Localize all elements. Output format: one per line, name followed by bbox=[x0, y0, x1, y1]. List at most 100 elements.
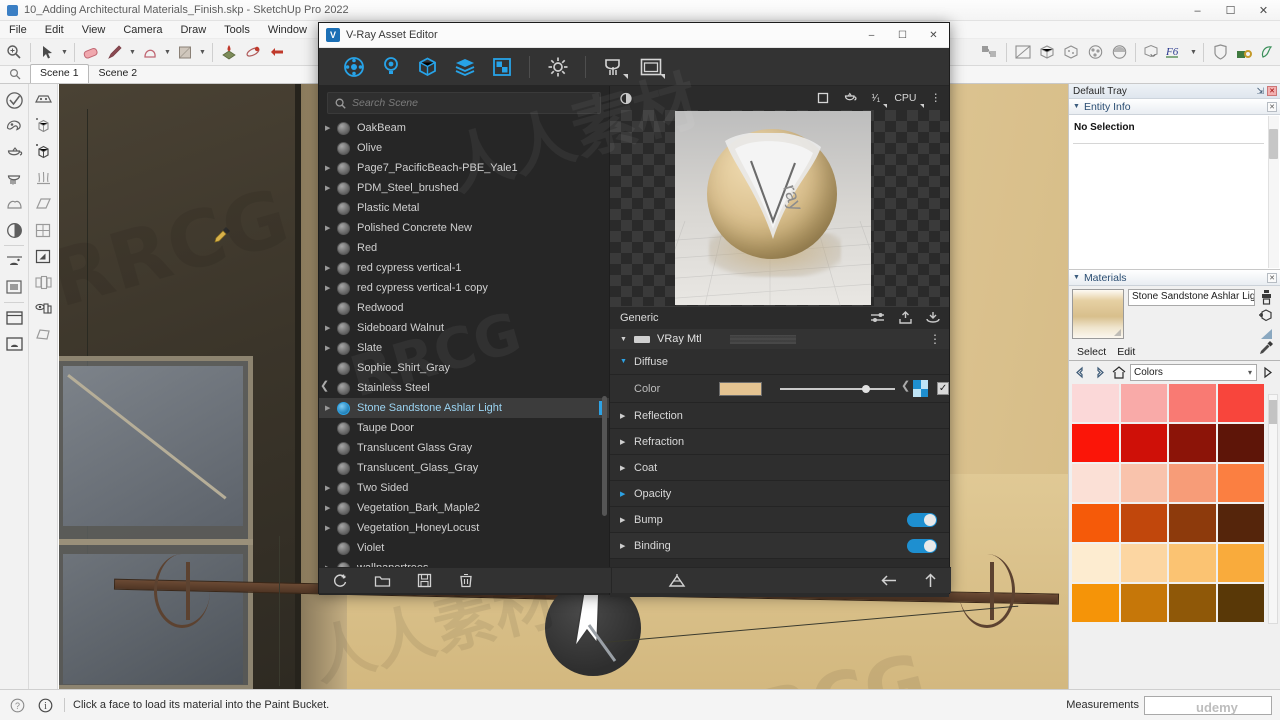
render-interactive-icon[interactable] bbox=[595, 52, 632, 82]
binding-toggle[interactable] bbox=[907, 538, 937, 553]
forward-arrow-icon[interactable] bbox=[1092, 365, 1107, 380]
page-icon[interactable] bbox=[30, 243, 56, 269]
hidden-line-style-icon[interactable] bbox=[1059, 40, 1083, 64]
settings-gear-icon[interactable] bbox=[539, 52, 576, 82]
diffuse-slider[interactable] bbox=[780, 384, 895, 393]
asset-row[interactable]: Stainless Steel bbox=[319, 378, 609, 398]
asset-row[interactable]: ▶ Vegetation_Bark_Maple2 bbox=[319, 498, 609, 518]
sandbox-icon[interactable] bbox=[30, 321, 56, 347]
asset-list-scrollbar[interactable] bbox=[602, 120, 607, 590]
preview-toggle-icon[interactable] bbox=[620, 92, 634, 105]
color-swatch[interactable] bbox=[1169, 584, 1216, 622]
asset-row[interactable]: ▶ Slate bbox=[319, 338, 609, 358]
home-icon[interactable] bbox=[1111, 365, 1126, 380]
import-material-icon[interactable] bbox=[898, 310, 913, 325]
swatch-grid-scroll-thumb[interactable] bbox=[1269, 400, 1277, 424]
scene-tab-1[interactable]: Scene 1 bbox=[30, 64, 89, 83]
color-swatch[interactable] bbox=[1169, 464, 1216, 502]
collapse-right-panel-icon[interactable]: ❮ bbox=[901, 379, 910, 392]
orbit-icon[interactable] bbox=[241, 40, 265, 64]
current-material-swatch[interactable] bbox=[1072, 289, 1124, 339]
asset-row[interactable]: ▶ Polished Concrete New bbox=[319, 218, 609, 238]
f6-extension-icon[interactable]: F6 bbox=[1164, 40, 1188, 64]
window-icon[interactable] bbox=[1, 305, 27, 331]
eye-layers-icon[interactable] bbox=[30, 295, 56, 321]
up-arrow-icon[interactable] bbox=[909, 568, 951, 594]
diffuse-enabled-checkbox[interactable]: ✓ bbox=[937, 382, 949, 395]
select-dropdown-caret[interactable]: ▼ bbox=[59, 40, 70, 64]
preview-square-icon[interactable] bbox=[817, 92, 829, 104]
maximize-button[interactable]: ☐ bbox=[1214, 0, 1247, 21]
property-row-refraction[interactable]: ▶ Refraction bbox=[610, 429, 949, 455]
close-icon[interactable]: ✕ bbox=[1267, 272, 1277, 283]
delete-icon[interactable] bbox=[445, 568, 487, 594]
material-node-row[interactable]: ▼ VRay Mtl ⋮ bbox=[610, 328, 949, 349]
asset-row[interactable]: ▶ OakBeam bbox=[319, 118, 609, 138]
material-node-slot[interactable] bbox=[729, 334, 796, 344]
pencil-dropdown-caret[interactable]: ▼ bbox=[127, 40, 138, 64]
zoom-icon[interactable] bbox=[2, 40, 26, 64]
layers-stack-icon[interactable] bbox=[446, 52, 483, 82]
color-swatch[interactable] bbox=[1217, 464, 1264, 502]
help-icon[interactable]: ? bbox=[6, 694, 28, 716]
color-swatch[interactable] bbox=[1072, 584, 1119, 622]
color-swatch[interactable] bbox=[1169, 384, 1216, 422]
render-scene-icon[interactable] bbox=[656, 568, 698, 594]
texture-slot-icon[interactable] bbox=[912, 380, 929, 397]
save-icon[interactable] bbox=[403, 568, 445, 594]
asset-row[interactable]: ▶ red cypress vertical-1 copy bbox=[319, 278, 609, 298]
pan-icon[interactable] bbox=[265, 40, 289, 64]
tab-edit[interactable]: Edit bbox=[1114, 345, 1143, 360]
collapse-left-panel-icon[interactable]: ❮ bbox=[320, 379, 329, 392]
close-icon[interactable]: ✕ bbox=[1267, 86, 1277, 96]
color-swatch[interactable] bbox=[1217, 504, 1264, 542]
asset-row[interactable]: Taupe Door bbox=[319, 418, 609, 438]
search-input[interactable]: Search Scene bbox=[327, 92, 601, 114]
chevron-right-icon[interactable]: ▶ bbox=[325, 504, 337, 512]
eraser-icon[interactable] bbox=[79, 40, 103, 64]
rectangle-icon[interactable] bbox=[173, 40, 197, 64]
select-tool-icon[interactable] bbox=[1, 87, 27, 113]
create-material-icon[interactable] bbox=[1257, 308, 1275, 323]
paint-bucket-icon[interactable] bbox=[1, 113, 27, 139]
f6-dropdown-caret[interactable]: ▼ bbox=[1188, 40, 1199, 64]
asset-list-scroll-thumb[interactable] bbox=[602, 396, 607, 516]
current-material-name[interactable]: Stone Sandstone Ashlar Light bbox=[1128, 289, 1255, 306]
asset-row[interactable]: Red bbox=[319, 238, 609, 258]
asset-row[interactable]: Sophie_Shirt_Gray bbox=[319, 358, 609, 378]
pencil-icon[interactable] bbox=[103, 40, 127, 64]
property-row-binding[interactable]: ▶ Binding bbox=[610, 533, 949, 559]
bump-toggle[interactable] bbox=[907, 512, 937, 527]
asset-row[interactable]: ▶ Two Sided bbox=[319, 478, 609, 498]
arc-icon[interactable] bbox=[138, 40, 162, 64]
menu-view[interactable]: View bbox=[73, 21, 115, 39]
toolbar-palette-icon[interactable] bbox=[30, 87, 56, 113]
color-swatch[interactable] bbox=[1120, 544, 1167, 582]
vray-close-button[interactable]: ✕ bbox=[918, 23, 949, 48]
diffuse-color-swatch[interactable] bbox=[719, 381, 763, 396]
teapot-icon[interactable] bbox=[1, 139, 27, 165]
sample-paint-icon[interactable] bbox=[1257, 290, 1275, 305]
chevron-right-icon[interactable]: ▶ bbox=[325, 284, 337, 292]
pin-icon[interactable]: ⇲ bbox=[1256, 86, 1264, 97]
info-icon[interactable]: i bbox=[34, 694, 56, 716]
options-sliders-icon[interactable] bbox=[870, 311, 886, 324]
light-bulb-icon[interactable] bbox=[372, 52, 409, 82]
scene-search-icon[interactable] bbox=[0, 65, 30, 83]
paint-bucket-icon[interactable] bbox=[217, 40, 241, 64]
details-arrow-icon[interactable] bbox=[1261, 365, 1276, 380]
color-swatch[interactable] bbox=[1120, 584, 1167, 622]
color-swatch[interactable] bbox=[1169, 424, 1216, 462]
tab-select[interactable]: Select bbox=[1074, 345, 1114, 360]
shield-icon[interactable] bbox=[1208, 40, 1232, 64]
arc-dropdown-caret[interactable]: ▼ bbox=[162, 40, 173, 64]
chevron-right-icon[interactable]: ▶ bbox=[325, 404, 337, 412]
texture-square-icon[interactable] bbox=[483, 52, 520, 82]
asset-row[interactable]: Violet bbox=[319, 538, 609, 558]
preview-resolution[interactable]: ¹⁄₁ bbox=[872, 92, 888, 108]
menu-edit[interactable]: Edit bbox=[36, 21, 73, 39]
chevron-right-icon[interactable]: ▶ bbox=[620, 438, 634, 446]
diffuse-slider-knob[interactable] bbox=[862, 384, 871, 393]
asset-row[interactable]: ▶ Stone Sandstone Ashlar Light bbox=[319, 398, 609, 418]
asset-row[interactable]: Olive bbox=[319, 138, 609, 158]
